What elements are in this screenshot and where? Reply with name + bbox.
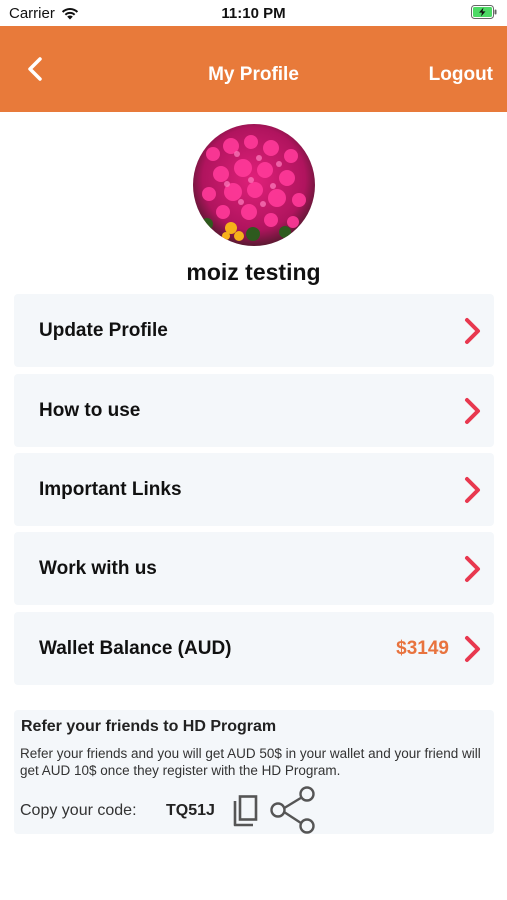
important-links-item[interactable]: Important Links (14, 453, 494, 526)
nav-bar: My Profile Logout (0, 26, 507, 112)
chevron-right-icon (465, 318, 480, 344)
share-icon[interactable] (268, 786, 318, 834)
copy-icon[interactable] (230, 794, 260, 828)
menu-item-label: Wallet Balance (AUD) (39, 638, 232, 659)
avatar-image (193, 124, 315, 246)
how-to-use-item[interactable]: How to use (14, 374, 494, 447)
work-with-us-item[interactable]: Work with us (14, 532, 494, 605)
code-label: Copy your code: (20, 802, 137, 819)
menu-item-label: Work with us (39, 558, 157, 579)
update-profile-item[interactable]: Update Profile (14, 294, 494, 367)
wallet-balance-item[interactable]: Wallet Balance (AUD) $3149 (14, 612, 494, 685)
battery-charging-icon (471, 5, 497, 19)
chevron-right-icon (465, 636, 480, 662)
refer-title: Refer your friends to HD Program (21, 718, 277, 735)
chevron-right-icon (465, 477, 480, 503)
refer-description: Refer your friends and you will get AUD … (20, 746, 481, 778)
clock: 11:10 PM (221, 5, 286, 22)
logout-button[interactable]: Logout (429, 64, 493, 86)
menu-item-label: Update Profile (39, 320, 168, 341)
chevron-right-icon (465, 398, 480, 424)
refer-card: Refer your friends to HD Program Refer y… (14, 710, 494, 834)
avatar[interactable] (193, 124, 315, 246)
user-name: moiz testing (186, 259, 321, 285)
chevron-right-icon (465, 556, 480, 582)
wallet-balance-value: $3149 (396, 638, 449, 659)
referral-code[interactable]: TQ51J (166, 802, 215, 820)
menu-item-label: Important Links (39, 479, 182, 500)
menu-item-label: How to use (39, 400, 141, 421)
status-bar: Carrier 11:10 PM (0, 0, 507, 26)
